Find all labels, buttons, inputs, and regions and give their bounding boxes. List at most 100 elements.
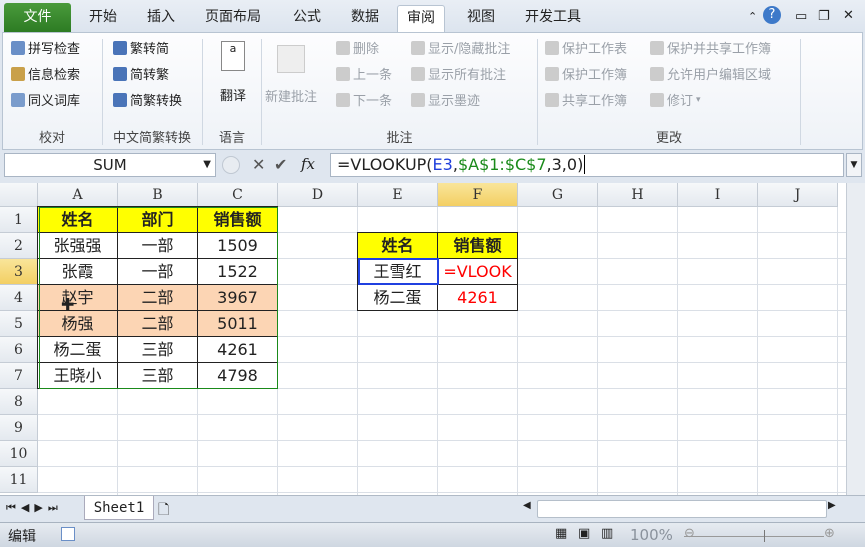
row-header-2[interactable]: 2 <box>0 233 38 259</box>
column-header-D[interactable]: D <box>278 183 358 207</box>
label: 下一条 <box>353 94 393 109</box>
label: 简繁转换 <box>130 94 183 109</box>
lookup-cell[interactable]: 杨二蛋 <box>357 284 438 311</box>
page-break-view-icon[interactable]: ▥ <box>601 526 613 541</box>
lookup-cell[interactable]: 4261 <box>437 284 518 311</box>
formula-ref-e3: E3 <box>432 155 453 174</box>
simp-to-trad-button[interactable]: 简转繁 <box>113 64 169 83</box>
help-icon[interactable]: ? <box>763 6 781 24</box>
reference-range-highlight <box>39 207 278 389</box>
minimize-icon[interactable]: ▭ <box>795 9 807 24</box>
worksheet-grid[interactable]: A B C D E F G H I J 1 2 3 4 5 6 7 8 9 10 11 姓名 部门 销售额 张强强 一部 1509 张… <box>0 183 865 495</box>
delete-comment-button[interactable]: 删除 <box>336 38 379 57</box>
restore-icon[interactable]: ❐ <box>818 9 830 24</box>
column-header-F[interactable]: F <box>438 183 518 207</box>
previous-comment-button[interactable]: 上一条 <box>336 64 392 83</box>
lookup-cell[interactable]: 姓名 <box>357 232 438 259</box>
label: 新建批注 <box>265 90 318 105</box>
translate-button[interactable]: a 翻译 <box>213 41 253 121</box>
next-comment-button[interactable]: 下一条 <box>336 90 392 109</box>
row-header-5[interactable]: 5 <box>0 311 38 337</box>
trad-to-simp-button[interactable]: 繁转简 <box>113 38 169 57</box>
label: 上一条 <box>353 68 393 83</box>
zoom-in-icon[interactable]: ⊕ <box>824 526 835 541</box>
zoom-slider-thumb[interactable] <box>764 530 765 542</box>
tab-developer[interactable]: 开发工具 <box>516 5 590 33</box>
row-header-9[interactable]: 9 <box>0 415 38 441</box>
show-ink-button[interactable]: 显示墨迹 <box>411 90 480 109</box>
chinese-conversion-button[interactable]: 简繁转换 <box>113 90 182 109</box>
lookup-cell[interactable]: =VLOOK <box>437 258 518 285</box>
column-header-I[interactable]: I <box>678 183 758 207</box>
page-layout-view-icon[interactable]: ▣ <box>578 526 590 541</box>
close-icon[interactable]: ✕ <box>843 8 854 23</box>
show-hide-comment-button[interactable]: 显示/隐藏批注 <box>411 38 510 57</box>
protect-sheet-button[interactable]: 保护工作表 <box>545 38 627 57</box>
scroll-left-icon[interactable]: ◀ <box>523 500 531 511</box>
select-all-corner[interactable] <box>0 183 38 207</box>
row-header-7[interactable]: 7 <box>0 363 38 389</box>
column-header-H[interactable]: H <box>598 183 678 207</box>
macro-record-icon[interactable] <box>61 527 75 541</box>
lookup-cell[interactable]: 销售额 <box>437 232 518 259</box>
column-header-B[interactable]: B <box>118 183 198 207</box>
expand-handle[interactable] <box>222 156 240 174</box>
tab-file[interactable]: 文件 <box>4 3 71 33</box>
column-header-E[interactable]: E <box>358 183 438 207</box>
show-all-icon <box>411 66 425 81</box>
reference-e3-highlight <box>358 258 439 285</box>
label: 共享工作簿 <box>562 94 628 109</box>
column-header-J[interactable]: J <box>758 183 838 207</box>
tab-data[interactable]: 数据 <box>342 5 388 33</box>
column-header-A[interactable]: A <box>38 183 118 207</box>
tab-page-layout[interactable]: 页面布局 <box>196 5 270 33</box>
allow-edit-ranges-button[interactable]: 允许用户编辑区域 <box>650 64 771 83</box>
formula-input[interactable]: =VLOOKUP(E3,$A$1:$C$7,3,0) <box>330 153 844 177</box>
new-comment-icon <box>277 45 305 73</box>
share-workbook-button[interactable]: 共享工作簿 <box>545 90 627 109</box>
spell-check-button[interactable]: 拼写检查 <box>11 38 80 57</box>
row-header-8[interactable]: 8 <box>0 389 38 415</box>
show-all-comments-button[interactable]: 显示所有批注 <box>411 64 506 83</box>
row-header-10[interactable]: 10 <box>0 441 38 467</box>
zoom-slider[interactable] <box>684 536 824 537</box>
formula-text: ,3,0) <box>546 155 584 174</box>
horizontal-scrollbar[interactable] <box>537 500 827 518</box>
row-header-11[interactable]: 11 <box>0 467 38 493</box>
zoom-out-icon[interactable]: ⊖ <box>684 526 695 541</box>
research-button[interactable]: 信息检索 <box>11 64 80 83</box>
cancel-icon[interactable]: ✕ <box>252 155 265 174</box>
insert-sheet-icon[interactable]: 🗋 <box>158 499 169 523</box>
thesaurus-button[interactable]: 同义词库 <box>11 90 80 109</box>
track-changes-button[interactable]: 修订 ▾ <box>650 90 701 109</box>
column-header-C[interactable]: C <box>198 183 278 207</box>
expand-formula-bar-icon[interactable]: ▼ <box>846 153 862 177</box>
new-comment-button[interactable]: 新建批注 <box>265 45 317 105</box>
tab-formulas[interactable]: 公式 <box>284 5 330 33</box>
row-header-1[interactable]: 1 <box>0 207 38 233</box>
column-header-G[interactable]: G <box>518 183 598 207</box>
tab-review[interactable]: 审阅 <box>397 5 445 33</box>
vertical-scrollbar[interactable] <box>846 183 865 495</box>
show-hide-icon <box>411 40 425 55</box>
zoom-level[interactable]: 100% <box>630 526 673 544</box>
protect-share-button[interactable]: 保护并共享工作簿 <box>650 38 771 57</box>
minimize-ribbon-icon[interactable]: ⌃ <box>748 10 757 23</box>
sheet-nav-arrows-icon[interactable]: ⏮◀▶⏭ <box>6 501 63 515</box>
row-header-3[interactable]: 3 <box>0 259 38 285</box>
tab-insert[interactable]: 插入 <box>138 5 184 33</box>
simp-to-trad-icon <box>113 66 127 81</box>
tab-home[interactable]: 开始 <box>80 5 126 33</box>
scroll-right-icon[interactable]: ▶ <box>828 500 836 511</box>
protect-workbook-button[interactable]: 保护工作簿 <box>545 64 627 83</box>
enter-icon[interactable]: ✔ <box>274 155 287 174</box>
row-header-6[interactable]: 6 <box>0 337 38 363</box>
tab-view[interactable]: 视图 <box>458 5 504 33</box>
row-header-4[interactable]: 4 <box>0 285 38 311</box>
name-box[interactable]: SUM ▼ <box>4 153 216 177</box>
label: 显示墨迹 <box>428 94 481 109</box>
dropdown-arrow-icon[interactable]: ▼ <box>203 154 211 176</box>
sheet-tab-sheet1[interactable]: Sheet1 <box>84 496 154 520</box>
insert-function-icon[interactable]: fx <box>301 155 315 173</box>
normal-view-icon[interactable]: ▦ <box>555 526 567 541</box>
